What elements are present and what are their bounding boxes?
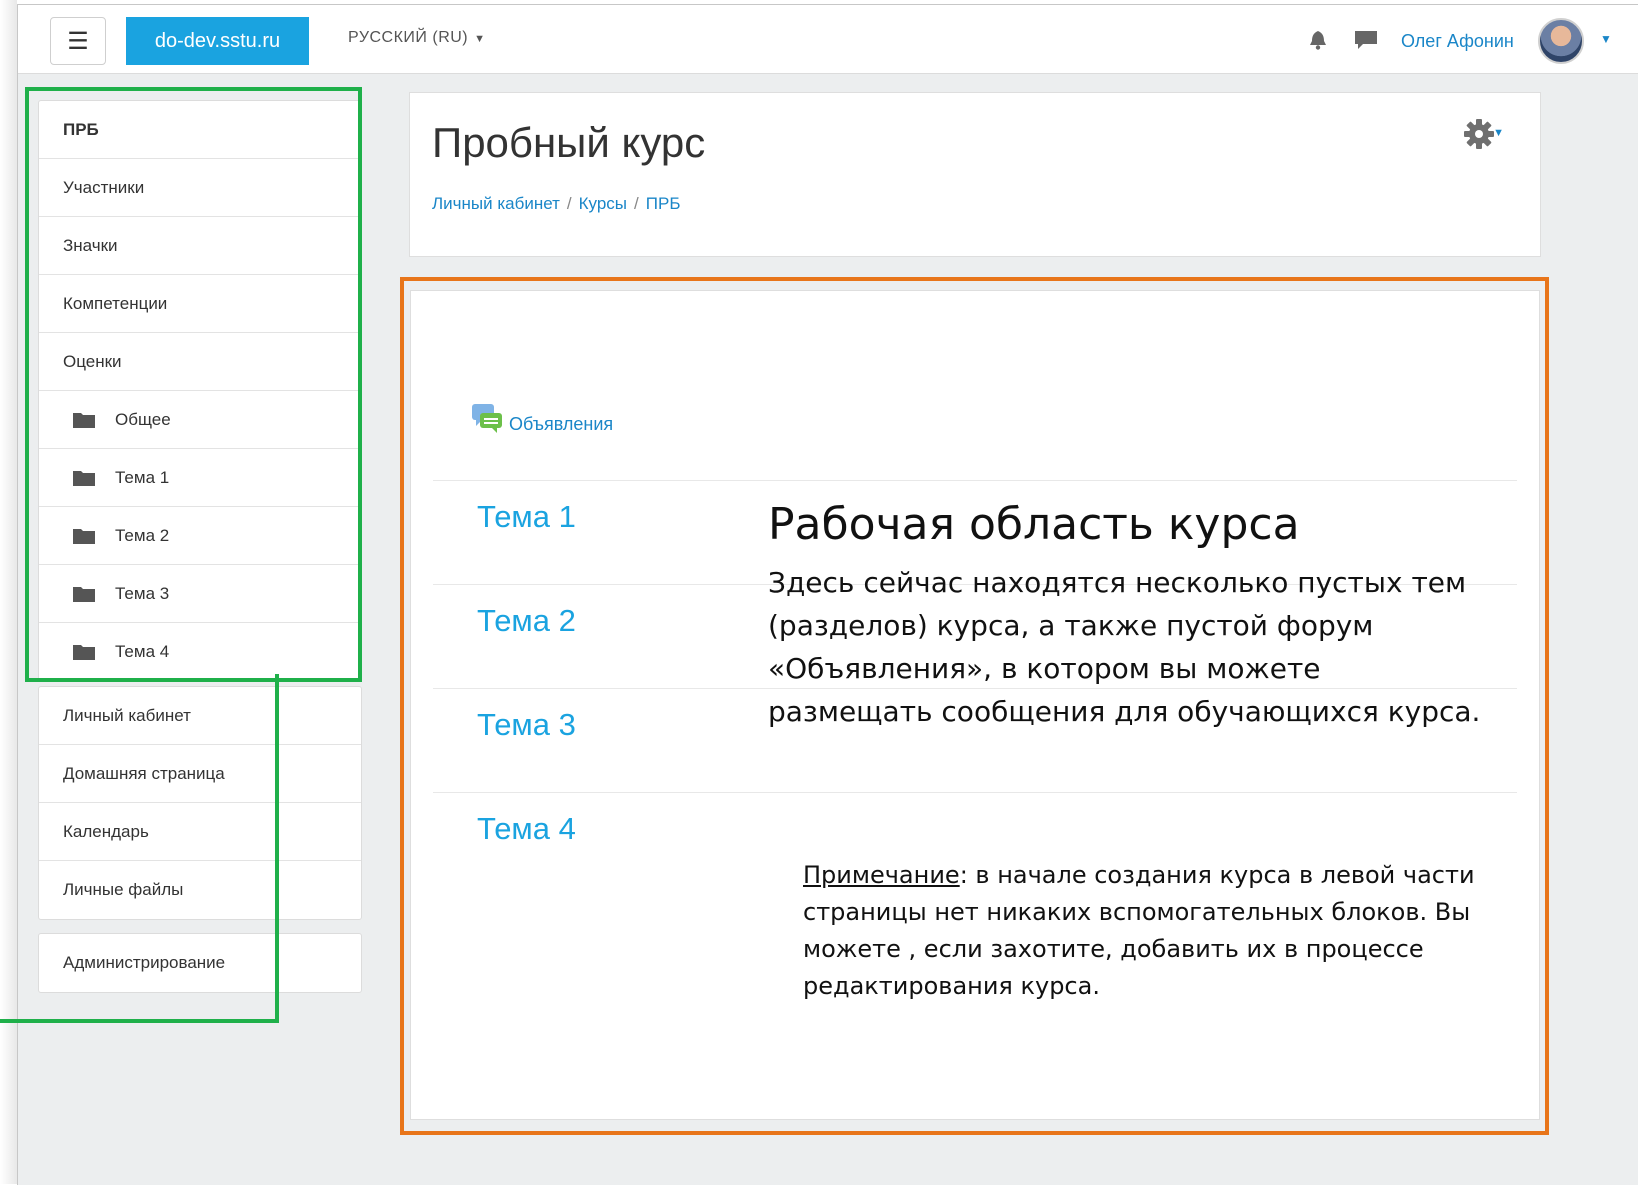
breadcrumb-course[interactable]: ПРБ (646, 194, 681, 213)
sidebar-item-label: Календарь (63, 821, 149, 841)
breadcrumb-courses[interactable]: Курсы (579, 194, 627, 213)
site-brand[interactable]: do-dev.sstu.ru (126, 17, 309, 65)
chevron-down-icon[interactable]: ▼ (1493, 127, 1504, 139)
language-label: РУССКИЙ (RU) (348, 29, 469, 46)
sidebar-item-administration[interactable]: Администрирование (39, 934, 361, 992)
sidebar-highlight (25, 87, 362, 682)
gear-icon[interactable] (1462, 117, 1496, 151)
breadcrumb: Личный кабинет / Курсы / ПРБ (432, 194, 680, 214)
sidebar-item-label: Домашняя страница (63, 763, 225, 783)
admin-block: Администрирование (38, 933, 362, 993)
user-name[interactable]: Олег Афонин (1401, 31, 1514, 52)
chevron-down-icon[interactable]: ▼ (1600, 32, 1612, 46)
sidebar-highlight-connector (0, 1019, 279, 1023)
sidebar-item-label: Личные файлы (63, 880, 184, 899)
sidebar-item-private-files[interactable]: Личные файлы (39, 861, 361, 919)
page-edge (0, 0, 17, 1184)
sidebar-item-label: Личный кабинет (63, 705, 191, 725)
sidebar-item-dashboard[interactable]: Личный кабинет (39, 687, 361, 745)
page-header: Пробный курс Личный кабинет / Курсы / ПРБ ▼ (409, 92, 1541, 257)
breadcrumb-separator: / (634, 194, 639, 213)
sidebar-item-calendar[interactable]: Календарь (39, 803, 361, 861)
navbar: ☰ do-dev.sstu.ru РУССКИЙ (RU) ▼ Олег Афон… (18, 5, 1638, 74)
chat-icon[interactable] (1353, 29, 1379, 51)
brand-label: do-dev.sstu.ru (154, 29, 281, 52)
avatar[interactable] (1538, 18, 1584, 64)
chevron-down-icon: ▼ (474, 33, 486, 45)
sidebar-highlight-connector (275, 674, 279, 1023)
breadcrumb-separator: / (566, 194, 572, 213)
sidebar-item-label: Администрирование (63, 953, 226, 972)
breadcrumb-dashboard[interactable]: Личный кабинет (432, 194, 560, 213)
hamburger-icon[interactable]: ☰ (50, 17, 106, 65)
bell-icon[interactable] (1307, 29, 1329, 51)
site-nav-block: Личный кабинет Домашняя страница Календа… (38, 686, 362, 920)
sidebar-item-home[interactable]: Домашняя страница (39, 745, 361, 803)
page-title: Пробный курс (432, 119, 706, 166)
language-menu[interactable]: РУССКИЙ (RU) ▼ (348, 29, 486, 47)
content-highlight (400, 277, 1549, 1135)
